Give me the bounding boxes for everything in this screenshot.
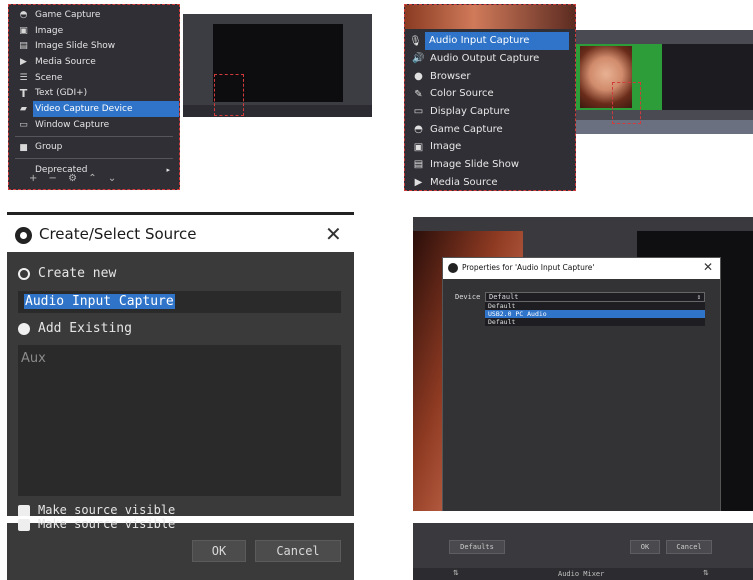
create-new-label: Create new bbox=[38, 266, 117, 281]
menu-item-media-source[interactable]: ▶ Media Source bbox=[9, 54, 179, 70]
slideshow-icon: ▤ bbox=[413, 159, 424, 171]
defaults-button[interactable]: Defaults bbox=[449, 540, 505, 554]
cancel-button[interactable]: Cancel bbox=[255, 540, 341, 562]
menu-item-game-capture[interactable]: ◓ Game Capture bbox=[405, 120, 575, 138]
preview-status-bar bbox=[576, 120, 753, 134]
camera-icon: ▰ bbox=[20, 104, 27, 115]
properties-screenshot: Properties for 'Audio Input Capture' ✕ D… bbox=[413, 217, 753, 580]
gear-icon: ⇅ bbox=[703, 569, 709, 577]
menu-item-image[interactable]: ▣ Image bbox=[405, 138, 575, 156]
brush-icon: ✎ bbox=[414, 88, 423, 100]
menu-item-browser[interactable]: ● Browser bbox=[405, 67, 575, 85]
submenu-arrow-icon: ▸ bbox=[166, 166, 170, 175]
list-icon: ☰ bbox=[19, 72, 28, 83]
existing-sources-list[interactable]: Aux bbox=[18, 345, 341, 496]
play-icon: ▶ bbox=[20, 57, 27, 68]
gamepad-icon: ◓ bbox=[414, 123, 423, 135]
add-source-menu-1: ◓ Game Capture ▣ Image ▤ Image Slide Show ▶… bbox=[8, 4, 180, 190]
menu-item-color-source[interactable]: ✎ Color Source bbox=[405, 85, 575, 103]
menu-item-game-capture[interactable]: ◓ Game Capture bbox=[9, 7, 179, 23]
source-name-input[interactable]: Audio Input Capture bbox=[18, 291, 341, 313]
dropdown-option[interactable]: Default bbox=[485, 302, 705, 310]
background-photo bbox=[405, 5, 575, 29]
menu-item-text-gdi[interactable]: T Text (GDI+) bbox=[9, 85, 179, 101]
speaker-icon: 🔊 bbox=[412, 53, 425, 65]
menu-item-group[interactable]: ■ Group bbox=[9, 140, 179, 156]
close-icon[interactable]: ✕ bbox=[325, 222, 342, 246]
create-new-radio[interactable] bbox=[18, 268, 30, 280]
gear-icon: ⇅ bbox=[453, 569, 459, 577]
image-icon: ▣ bbox=[19, 25, 28, 36]
make-visible-checkbox[interactable] bbox=[18, 519, 30, 531]
preview-status-bar bbox=[183, 105, 372, 117]
play-icon: ▶ bbox=[414, 177, 423, 188]
menu-item-scene[interactable]: ☰ Scene bbox=[9, 70, 179, 86]
gamepad-icon: ◓ bbox=[19, 10, 28, 20]
menu-item-media-source[interactable]: ▶ Media Source bbox=[405, 174, 575, 191]
toolbar-icons: + − ⚙ ⌃ ⌄ bbox=[29, 173, 121, 184]
monitor-icon: ▭ bbox=[413, 106, 424, 118]
obs-logo-icon bbox=[448, 263, 458, 273]
dropdown-option[interactable]: Default bbox=[485, 318, 705, 326]
dialog-titlebar: Create/Select Source ✕ bbox=[7, 212, 354, 252]
menu-item-video-capture-device[interactable]: ▰ Video Capture Device bbox=[20, 101, 179, 117]
device-dropdown[interactable]: Default ⇕ bbox=[485, 292, 705, 302]
preview-canvas bbox=[662, 44, 753, 110]
selected-source-outline bbox=[214, 74, 244, 116]
chevron-down-icon: ⇕ bbox=[696, 293, 701, 301]
text-icon: T bbox=[19, 86, 28, 100]
add-existing-radio[interactable] bbox=[18, 323, 30, 335]
menu-item-audio-input-capture[interactable]: 🎙 Audio Input Capture bbox=[409, 32, 569, 50]
close-icon[interactable]: ✕ bbox=[703, 260, 713, 274]
create-select-source-dialog: Create/Select Source ✕ Create new Audio … bbox=[7, 212, 354, 580]
dropdown-option[interactable]: USB2.0 PC Audio bbox=[485, 310, 705, 318]
ok-button[interactable]: OK bbox=[630, 540, 660, 554]
cancel-button[interactable]: Cancel bbox=[666, 540, 712, 554]
make-visible-label: Make source visible bbox=[38, 503, 176, 517]
menu-divider bbox=[15, 158, 173, 160]
add-source-menu-2: 🎙 Audio Input Capture 🔊 Audio Output Captu… bbox=[404, 4, 576, 191]
folder-icon: ■ bbox=[19, 142, 28, 153]
add-existing-label: Add Existing bbox=[38, 321, 132, 336]
menu-item-audio-output-capture[interactable]: 🔊 Audio Output Capture bbox=[405, 50, 575, 68]
device-label: Device bbox=[455, 293, 481, 301]
menu-divider bbox=[15, 135, 173, 137]
ok-button[interactable]: OK bbox=[192, 540, 246, 562]
menu-item-image-slide-show[interactable]: ▤ Image Slide Show bbox=[9, 38, 179, 54]
dialog-title: Create/Select Source bbox=[39, 225, 197, 243]
window-icon: ▭ bbox=[19, 119, 28, 130]
audio-mixer-bar: ⇅ Audio Mixer ⇅ bbox=[413, 568, 753, 580]
make-visible-label: Make source visible bbox=[38, 517, 176, 531]
microphone-icon: 🎙 bbox=[409, 35, 422, 47]
image-gap bbox=[413, 511, 753, 523]
dialog-titlebar: Properties for 'Audio Input Capture' ✕ bbox=[443, 258, 720, 279]
menu-item-window-capture[interactable]: ▭ Window Capture bbox=[9, 117, 179, 133]
audio-mixer-label: Audio Mixer bbox=[558, 570, 605, 578]
properties-dialog: Properties for 'Audio Input Capture' ✕ D… bbox=[442, 257, 721, 514]
source-name-value: Audio Input Capture bbox=[24, 294, 175, 309]
menu-item-image[interactable]: ▣ Image bbox=[9, 23, 179, 39]
list-item[interactable]: Aux bbox=[21, 351, 46, 366]
globe-icon: ● bbox=[414, 70, 423, 82]
preview-panel-2 bbox=[576, 30, 753, 134]
image-icon: ▣ bbox=[413, 141, 424, 153]
menu-item-image-slide-show[interactable]: ▤ Image Slide Show bbox=[405, 156, 575, 174]
dialog-title: Properties for 'Audio Input Capture' bbox=[462, 263, 595, 272]
preview-panel-1 bbox=[183, 14, 372, 117]
obs-logo-icon bbox=[15, 227, 32, 244]
selected-source-outline bbox=[612, 82, 641, 124]
slideshow-icon: ▤ bbox=[19, 41, 28, 52]
menu-item-display-capture[interactable]: ▭ Display Capture bbox=[405, 103, 575, 121]
